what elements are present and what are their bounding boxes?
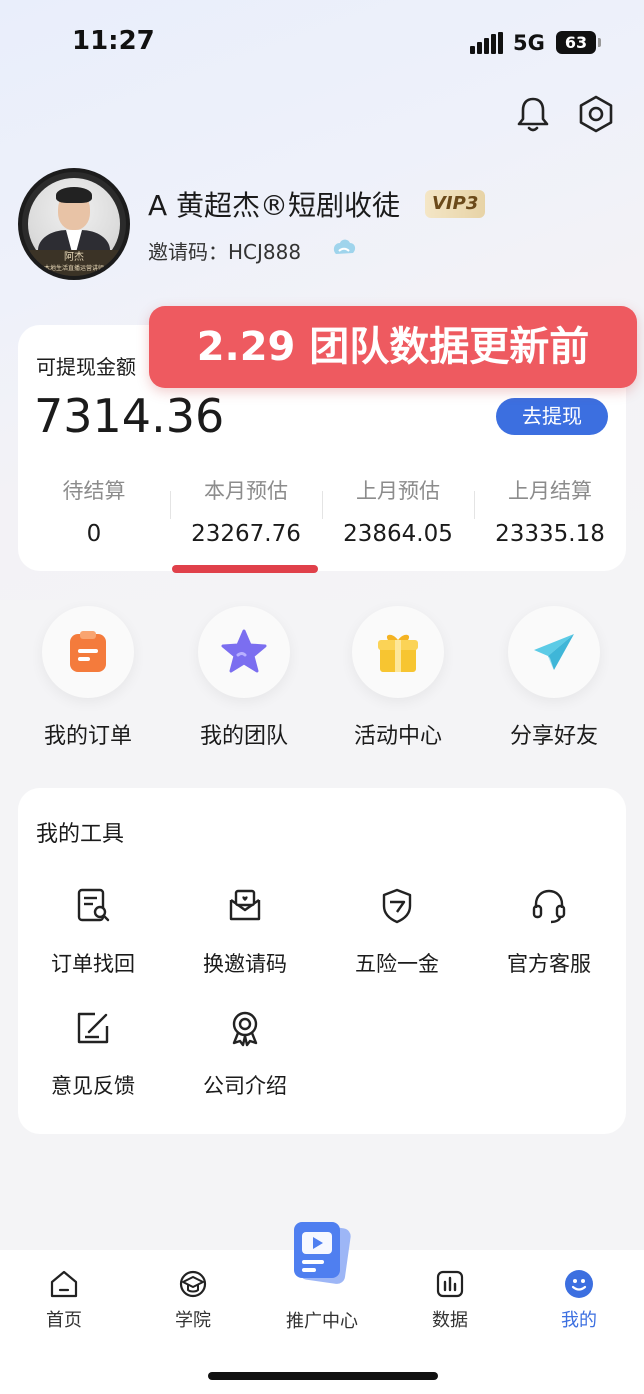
stat-pending[interactable]: 待结算 0 (18, 475, 170, 547)
promo-video-icon (294, 1222, 351, 1284)
graduation-cap-icon (179, 1270, 207, 1298)
withdraw-button[interactable]: 去提现 (496, 398, 608, 435)
stat-label: 本月预估 (204, 479, 288, 503)
avatar-tag-name: 阿杰 (64, 252, 84, 263)
tool-label: 换邀请码 (203, 952, 287, 976)
home-icon (50, 1270, 78, 1298)
annotation-banner: 2.29 团队数据更新前 (149, 306, 637, 388)
nav-promo-center[interactable] (282, 1212, 362, 1292)
stat-label: 待结算 (62, 479, 126, 503)
tools-title: 我的工具 (36, 822, 125, 847)
tool-label: 意见反馈 (51, 1074, 135, 1098)
tool-feedback[interactable]: 意见反馈 (18, 1008, 168, 1100)
stat-value: 23267.76 (191, 521, 301, 547)
order-search-icon (77, 888, 110, 922)
headset-icon (532, 889, 566, 924)
tool-change-invite[interactable]: 换邀请码 (170, 886, 320, 978)
quick-action-team[interactable]: 我的团队 (196, 606, 292, 750)
nav-label: 数据 (432, 1310, 468, 1331)
stat-value: 23335.18 (495, 521, 605, 547)
stat-label: 上月预估 (356, 479, 440, 503)
avatar-tag-subtitle: 本地生活直播运营讲师 (43, 265, 104, 272)
invite-mail-icon (229, 889, 261, 921)
network-type: 5G (513, 31, 545, 55)
tool-insurance[interactable]: 五险一金 (322, 886, 472, 978)
tool-company-intro[interactable]: 公司介绍 (170, 1008, 320, 1100)
quick-action-share[interactable]: 分享好友 (506, 606, 602, 750)
user-name: A 黄超杰®短剧收徒 (148, 189, 401, 222)
nav-academy[interactable]: 学院 (143, 1268, 243, 1332)
home-indicator (208, 1372, 438, 1380)
avatar[interactable]: 阿杰 本地生活直播运营讲师 (18, 168, 130, 280)
nav-label: 我的 (561, 1310, 597, 1331)
quick-action-events[interactable]: 活动中心 (350, 606, 446, 750)
stat-value: 0 (86, 521, 102, 547)
feedback-edit-icon (77, 1012, 109, 1044)
shield-icon (382, 888, 412, 924)
battery-tip (598, 38, 601, 47)
battery-icon: 63 (556, 31, 596, 54)
stat-this-month-estimate[interactable]: 本月预估 23267.76 (170, 475, 322, 547)
nav-promo-center-label: 推广中心 (286, 1311, 358, 1332)
nav-label: 学院 (175, 1310, 211, 1331)
tools-card: 我的工具 订单找回 换邀请码 五险一金 官方客服 意见反馈 公司介绍 (18, 788, 626, 1134)
tool-label: 公司介绍 (203, 1074, 287, 1098)
vip-badge: VIP3 (425, 190, 486, 218)
copy-invite-icon[interactable] (330, 234, 358, 262)
order-icon (42, 606, 134, 698)
withdrawable-label: 可提现金额 (36, 355, 136, 379)
profile-face-icon (565, 1270, 593, 1298)
signal-icon (470, 32, 504, 54)
star-icon (198, 606, 290, 698)
tool-label: 官方客服 (507, 952, 591, 976)
award-icon (232, 1011, 258, 1047)
withdrawable-amount: 7314.36 (34, 389, 225, 443)
stat-last-month-estimate[interactable]: 上月预估 23864.05 (322, 475, 474, 547)
quick-action-label: 分享好友 (509, 724, 598, 749)
settings-icon[interactable] (576, 94, 616, 134)
bar-chart-icon (436, 1270, 464, 1298)
tool-customer-service[interactable]: 官方客服 (474, 886, 624, 978)
bell-icon[interactable] (513, 94, 553, 134)
gift-icon (352, 606, 444, 698)
stat-label: 上月结算 (508, 479, 592, 503)
stat-last-month-settled[interactable]: 上月结算 23335.18 (474, 475, 626, 547)
highlight-underline (172, 565, 318, 573)
status-time: 11:27 (72, 26, 155, 56)
invite-code: 邀请码：HCJ888 (148, 240, 302, 264)
status-bar: 11:27 5G 63 (0, 0, 644, 90)
nav-label: 首页 (46, 1310, 82, 1331)
quick-action-label: 我的团队 (199, 724, 288, 749)
nav-data[interactable]: 数据 (400, 1268, 500, 1332)
tool-order-recovery[interactable]: 订单找回 (18, 886, 168, 978)
quick-action-label: 我的订单 (43, 724, 132, 749)
quick-action-label: 活动中心 (353, 724, 442, 749)
stat-value: 23864.05 (343, 521, 453, 547)
tool-label: 订单找回 (51, 952, 135, 976)
quick-action-orders[interactable]: 我的订单 (40, 606, 136, 750)
paper-plane-icon (508, 606, 600, 698)
nav-home[interactable]: 首页 (14, 1268, 114, 1332)
avatar-name-tag: 阿杰 本地生活直播运营讲师 (22, 250, 126, 276)
nav-mine[interactable]: 我的 (529, 1268, 629, 1332)
tool-label: 五险一金 (355, 952, 439, 976)
